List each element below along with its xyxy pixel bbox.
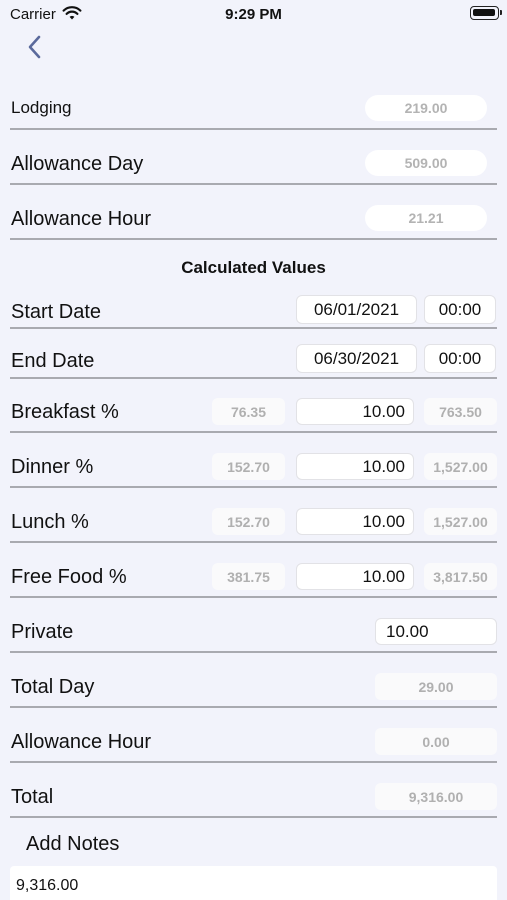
end-date-label: End Date xyxy=(11,350,95,372)
allowance-hour-rate-row: Allowance Hour 21.21 xyxy=(10,200,497,240)
total-day-row: Total Day 29.00 xyxy=(10,668,497,708)
section-title: Calculated Values xyxy=(181,258,326,277)
status-bar: Carrier 9:29 PM xyxy=(0,0,507,30)
free-food-base-value: 381.75 xyxy=(212,563,285,590)
allowance-hour-rate-label: Allowance Hour xyxy=(11,208,152,230)
allowance-day-row: Allowance Day 509.00 xyxy=(10,145,497,185)
end-time-picker[interactable]: 00:00 xyxy=(424,344,496,373)
allowance-day-label: Allowance Day xyxy=(11,153,144,175)
breakfast-label: Breakfast % xyxy=(11,401,119,423)
allowance-day-value: 509.00 xyxy=(365,150,487,176)
dinner-base-value: 152.70 xyxy=(212,453,285,480)
notes-title: Add Notes xyxy=(26,833,120,855)
lodging-row: Lodging 219.00 xyxy=(10,90,497,130)
lodging-label: Lodging xyxy=(11,98,72,117)
back-button[interactable] xyxy=(22,32,50,62)
lunch-label: Lunch % xyxy=(11,511,89,533)
dinner-total-value: 1,527.00 xyxy=(424,453,497,480)
start-date-label: Start Date xyxy=(11,301,102,323)
lunch-total-value: 1,527.00 xyxy=(424,508,497,535)
total-row: Total 9,316.00 xyxy=(10,778,497,818)
start-date-picker[interactable]: 06/01/2021 xyxy=(296,295,417,324)
allowance-hour-label: Allowance Hour xyxy=(11,731,152,753)
free-food-row: Free Food % 381.75 10.00 3,817.50 xyxy=(10,558,497,598)
total-day-label: Total Day xyxy=(11,676,95,698)
private-input[interactable]: 10.00 xyxy=(375,618,497,645)
dinner-row: Dinner % 152.70 10.00 1,527.00 xyxy=(10,448,497,488)
lunch-base-value: 152.70 xyxy=(212,508,285,535)
dinner-label: Dinner % xyxy=(11,456,94,478)
breakfast-total-value: 763.50 xyxy=(424,398,497,425)
breakfast-base-value: 76.35 xyxy=(212,398,285,425)
start-date-row: Start Date 06/01/2021 00:00 xyxy=(10,290,497,329)
allowance-hour-rate-value: 21.21 xyxy=(365,205,487,231)
lunch-percent-input[interactable]: 10.00 xyxy=(296,508,414,535)
dinner-percent-input[interactable]: 10.00 xyxy=(296,453,414,480)
free-food-percent-input[interactable]: 10.00 xyxy=(296,563,414,590)
start-time-picker[interactable]: 00:00 xyxy=(424,295,496,324)
end-date-row: End Date 06/30/2021 00:00 xyxy=(10,339,497,379)
notes-textarea[interactable]: 9,316.00 xyxy=(10,866,497,900)
free-food-total-value: 3,817.50 xyxy=(424,563,497,590)
total-label: Total xyxy=(11,786,54,808)
private-label: Private xyxy=(11,621,74,643)
breakfast-row: Breakfast % 76.35 10.00 763.50 xyxy=(10,393,497,433)
total-value: 9,316.00 xyxy=(375,783,497,810)
private-row: Private 10.00 xyxy=(10,613,497,653)
breakfast-percent-input[interactable]: 10.00 xyxy=(296,398,414,425)
battery-icon xyxy=(470,6,502,20)
lodging-value: 219.00 xyxy=(365,95,487,121)
total-day-value: 29.00 xyxy=(375,673,497,700)
allowance-hour-value: 0.00 xyxy=(375,728,497,755)
end-date-picker[interactable]: 06/30/2021 xyxy=(296,344,417,373)
status-time: 9:29 PM xyxy=(225,6,282,23)
allowance-hour-row: Allowance Hour 0.00 xyxy=(10,723,497,763)
lunch-row: Lunch % 152.70 10.00 1,527.00 xyxy=(10,503,497,543)
free-food-label: Free Food % xyxy=(11,566,127,588)
